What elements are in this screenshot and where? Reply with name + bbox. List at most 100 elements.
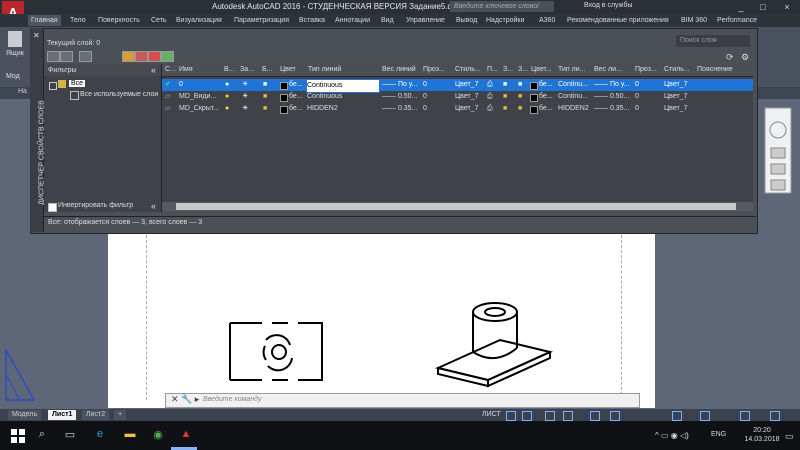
settings-icon[interactable]: ⚙ [741, 52, 749, 63]
column-header-on[interactable]: В... [224, 66, 235, 73]
login-button[interactable]: Вход в службы [584, 2, 632, 9]
new-vp-frozen-layer-icon[interactable] [135, 51, 148, 62]
tray-icons[interactable]: ^ ▭ ◉ ◁) [655, 431, 689, 440]
vp-freeze-icon[interactable]: ■ [518, 91, 522, 103]
vp-lineweight[interactable]: —— 0.35... [594, 103, 629, 115]
drawing-geometry[interactable] [210, 290, 560, 390]
layer-linetype[interactable]: Continuous [307, 91, 342, 103]
delete-layer-icon[interactable] [148, 51, 161, 62]
tab-visualize[interactable]: Визуализация [176, 15, 222, 26]
vp-color[interactable]: бе... [539, 91, 553, 103]
tab-a360[interactable]: A360 [539, 15, 555, 26]
file-explorer-icon[interactable]: ▬ [122, 428, 138, 440]
paper-space-toggle[interactable]: ЛИСТ [482, 411, 501, 418]
layer-name[interactable]: MD_Види... [179, 91, 216, 103]
group-filter-icon[interactable] [60, 51, 73, 62]
new-vp-freeze-icon[interactable]: ■ [503, 91, 507, 103]
on-bulb-icon[interactable]: ● [225, 103, 229, 115]
vp-linetype[interactable]: HIDDEN2 [558, 103, 589, 115]
tab-surface[interactable]: Поверхность [98, 15, 140, 26]
minimize-button[interactable]: _ [730, 0, 752, 14]
maximize-button[interactable]: □ [752, 0, 774, 14]
column-header-plotstyle[interactable]: Стиль... [455, 66, 481, 73]
layer-row[interactable]: ▱ MD_Види... ● ☀ ■ бе... Continuous —— 0… [162, 91, 753, 103]
column-header-description[interactable]: Пояснение [697, 66, 733, 73]
new-layer-icon[interactable] [122, 51, 135, 62]
vp-color[interactable]: бе... [539, 79, 553, 91]
layer-name[interactable]: 0 [179, 79, 183, 91]
color-swatch[interactable] [280, 94, 288, 102]
column-header-newvpfreeze[interactable]: З... [503, 66, 513, 73]
tab-sheet1[interactable]: Лист1 [48, 410, 77, 420]
vp-transparency[interactable]: 0 [635, 91, 639, 103]
tab-annotate[interactable]: Аннотации [335, 15, 370, 26]
new-vp-freeze-icon[interactable]: ■ [503, 79, 507, 91]
vp-transparency[interactable]: 0 [635, 103, 639, 115]
column-header-plot[interactable]: П... [487, 66, 498, 73]
layer-transparency[interactable]: 0 [423, 103, 427, 115]
tree-expander-icon[interactable] [49, 82, 57, 90]
vp-lineweight[interactable]: —— 0.50... [594, 91, 629, 103]
collapse-filters-icon[interactable]: « [151, 65, 156, 75]
layer-lineweight[interactable]: —— По у... [382, 79, 417, 91]
collapse-tree-icon[interactable]: « [151, 201, 156, 211]
search-icon[interactable]: ⌕ [34, 428, 50, 441]
column-header-vpfreeze[interactable]: З... [518, 66, 528, 73]
close-button[interactable]: × [776, 0, 798, 14]
language-indicator[interactable]: ENG [711, 431, 726, 438]
tab-solid[interactable]: Тело [70, 15, 86, 26]
tab-home[interactable]: Главная [28, 15, 61, 26]
column-header-name[interactable]: Имя [179, 66, 193, 73]
on-bulb-icon[interactable]: ● [225, 91, 229, 103]
thaw-sun-icon[interactable]: ☀ [242, 91, 248, 103]
add-layout-button[interactable]: + [114, 410, 127, 420]
thaw-sun-icon[interactable]: ☀ [242, 79, 248, 91]
tab-model[interactable]: Модель [8, 410, 42, 420]
clock[interactable]: 20:20 14.03.2018 [742, 426, 782, 444]
tab-featured-apps[interactable]: Рекомендованные приложения [567, 15, 669, 26]
plot-icon[interactable]: ⎙ [487, 79, 493, 91]
tab-performance[interactable]: Performance [717, 15, 757, 26]
notifications-icon[interactable]: ▭ [785, 431, 794, 442]
new-filter-icon[interactable] [47, 51, 60, 62]
layer-lineweight[interactable]: —— 0.35... [382, 103, 417, 115]
autocad-taskbar-icon[interactable]: ▲ [178, 428, 194, 440]
tab-output[interactable]: Вывод [456, 15, 477, 26]
filter-used-item[interactable]: Все используемые слои [80, 91, 158, 98]
unlock-icon[interactable]: ■ [263, 103, 267, 115]
snap-icon[interactable] [522, 411, 532, 421]
column-header-freeze[interactable]: За... [240, 66, 254, 73]
vp-freeze-icon[interactable]: ■ [518, 103, 522, 115]
layer-states-icon[interactable] [79, 51, 92, 62]
tab-manage[interactable]: Управление [406, 15, 445, 26]
tab-mesh[interactable]: Сеть [151, 15, 167, 26]
layer-row[interactable]: ✔ 0 ● ☀ ■ бе... Continuous —— По у... 0 … [162, 79, 753, 93]
plot-icon[interactable]: ⎙ [487, 91, 493, 103]
scrollbar-thumb[interactable] [176, 203, 736, 210]
chrome-icon[interactable]: ◉ [150, 428, 166, 441]
layer-color[interactable]: бе... [289, 91, 303, 103]
layer-transparency[interactable]: 0 [423, 79, 427, 91]
column-header-vplineweight[interactable]: Вес ли... [594, 66, 622, 73]
invert-filter-checkbox[interactable] [48, 203, 57, 212]
annotation-scale-icon[interactable] [672, 411, 682, 421]
refresh-icon[interactable]: ⟳ [726, 52, 734, 63]
unlock-icon[interactable]: ■ [263, 79, 267, 91]
task-view-icon[interactable]: ▭ [62, 428, 78, 441]
thaw-sun-icon[interactable]: ☀ [242, 103, 248, 115]
tab-addins[interactable]: Надстройки [486, 15, 524, 26]
filter-all-item[interactable]: Все [69, 80, 86, 87]
file-tab[interactable]: На [18, 88, 27, 95]
vp-color-swatch[interactable] [530, 94, 538, 102]
column-header-lock[interactable]: Б... [262, 66, 272, 73]
unlock-icon[interactable]: ■ [263, 91, 267, 103]
color-swatch[interactable] [280, 106, 288, 114]
windows-start-icon[interactable] [11, 429, 25, 443]
layer-row[interactable]: ▱ MD_Скрыт... ● ☀ ■ бе... HIDDEN2 —— 0.3… [162, 103, 753, 115]
ortho-icon[interactable] [545, 411, 555, 421]
edge-icon[interactable]: e [92, 428, 108, 440]
tab-sheet2[interactable]: Лист2 [82, 410, 110, 420]
vp-color-swatch[interactable] [530, 82, 538, 90]
close-command-line-icon[interactable]: ✕ 🔧 ▸ [171, 394, 199, 405]
layer-color[interactable]: бе... [289, 103, 303, 115]
